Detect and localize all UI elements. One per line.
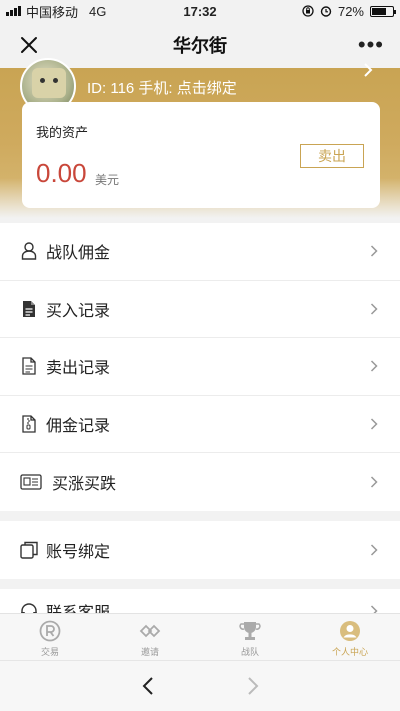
headset-icon (20, 602, 38, 613)
asset-amount: 0.00 (36, 158, 87, 188)
tab-profile[interactable]: 个人中心 (300, 614, 400, 660)
tab-invite[interactable]: 邀请 (100, 614, 200, 660)
menu-item-label: 战队佣金 (46, 245, 111, 263)
tab-team[interactable]: 战队 (200, 614, 300, 660)
asset-unit: 美元 (95, 173, 120, 187)
chevron-right-icon[interactable] (362, 63, 374, 77)
menu-item-sell-records[interactable]: 卖出记录 (0, 338, 400, 396)
network-type: 4G (89, 3, 107, 19)
user-id-phone[interactable]: ID: 116 手机: 点击绑定 (87, 77, 237, 98)
asset-label: 我的资产 (36, 125, 89, 140)
menu-item-label: 联系客服 (46, 599, 110, 613)
menu-item-label: 买入记录 (46, 302, 111, 320)
battery-percent: 72% (337, 3, 364, 19)
menu-item-buy-records[interactable]: 买入记录 (0, 281, 400, 338)
link-icon (139, 624, 161, 638)
menu-item-account-binding[interactable]: 账号绑定 (0, 521, 400, 579)
chevron-right-icon (370, 303, 378, 315)
menu-item-label: 佣金记录 (46, 417, 111, 435)
chevron-right-icon (370, 360, 378, 372)
menu-item-buy-rise-fall[interactable]: 买涨买跌 (0, 453, 400, 511)
tab-label: 邀请 (140, 647, 159, 657)
person-icon (20, 242, 38, 260)
alarm-icon (320, 6, 332, 17)
browser-toolbar (0, 660, 400, 711)
chevron-right-icon (370, 476, 378, 488)
forward-arrow-icon[interactable] (243, 675, 263, 697)
status-bar: 中国移动 4G 17:32 72% (0, 0, 400, 22)
menu-group-account: 账号绑定 (0, 521, 400, 579)
more-menu-button[interactable]: ••• (358, 34, 384, 56)
tab-label: 战队 (240, 647, 259, 657)
chevron-right-icon (370, 418, 378, 430)
zip-file-icon (20, 415, 38, 433)
back-arrow-icon[interactable] (138, 675, 158, 697)
bottom-tab-bar: 交易 邀请 战队 个人中心 (0, 613, 400, 660)
menu-item-label: 卖出记录 (46, 360, 111, 378)
user-circle-icon (340, 621, 360, 641)
document-outline-icon (20, 357, 38, 375)
tab-label: 个人中心 (331, 647, 368, 657)
menu-item-commission-records[interactable]: 佣金记录 (0, 396, 400, 453)
tab-trade[interactable]: 交易 (0, 614, 100, 660)
chevron-right-icon (370, 245, 378, 257)
orientation-lock-icon (302, 5, 314, 17)
tab-label: 交易 (40, 647, 59, 657)
carrier-name: 中国移动 (26, 4, 79, 20)
menu-item-team-commission[interactable]: 战队佣金 (0, 223, 400, 281)
page-title: 华尔街 (173, 36, 227, 56)
copy-icon (20, 541, 38, 559)
menu-group-support: 联系客服 (0, 589, 400, 613)
sell-button[interactable]: 卖出 (300, 144, 364, 168)
newspaper-icon (20, 473, 42, 491)
signal-strength-icon (6, 6, 21, 16)
document-filled-icon (20, 300, 38, 318)
chevron-right-icon (370, 544, 378, 556)
chevron-right-icon (370, 605, 378, 613)
registered-icon (39, 620, 61, 642)
menu-item-customer-service[interactable]: 联系客服 (0, 589, 400, 613)
battery-icon (370, 5, 396, 17)
menu-group-records: 战队佣金 买入记录 卖出记录 佣金记录 买涨买跌 (0, 223, 400, 511)
asset-card: 我的资产 0.00 美元 卖出 (22, 102, 380, 208)
menu-item-label: 买涨买跌 (52, 475, 117, 493)
menu-item-label: 账号绑定 (46, 543, 111, 561)
trophy-icon (239, 622, 261, 640)
close-icon[interactable] (18, 34, 40, 56)
